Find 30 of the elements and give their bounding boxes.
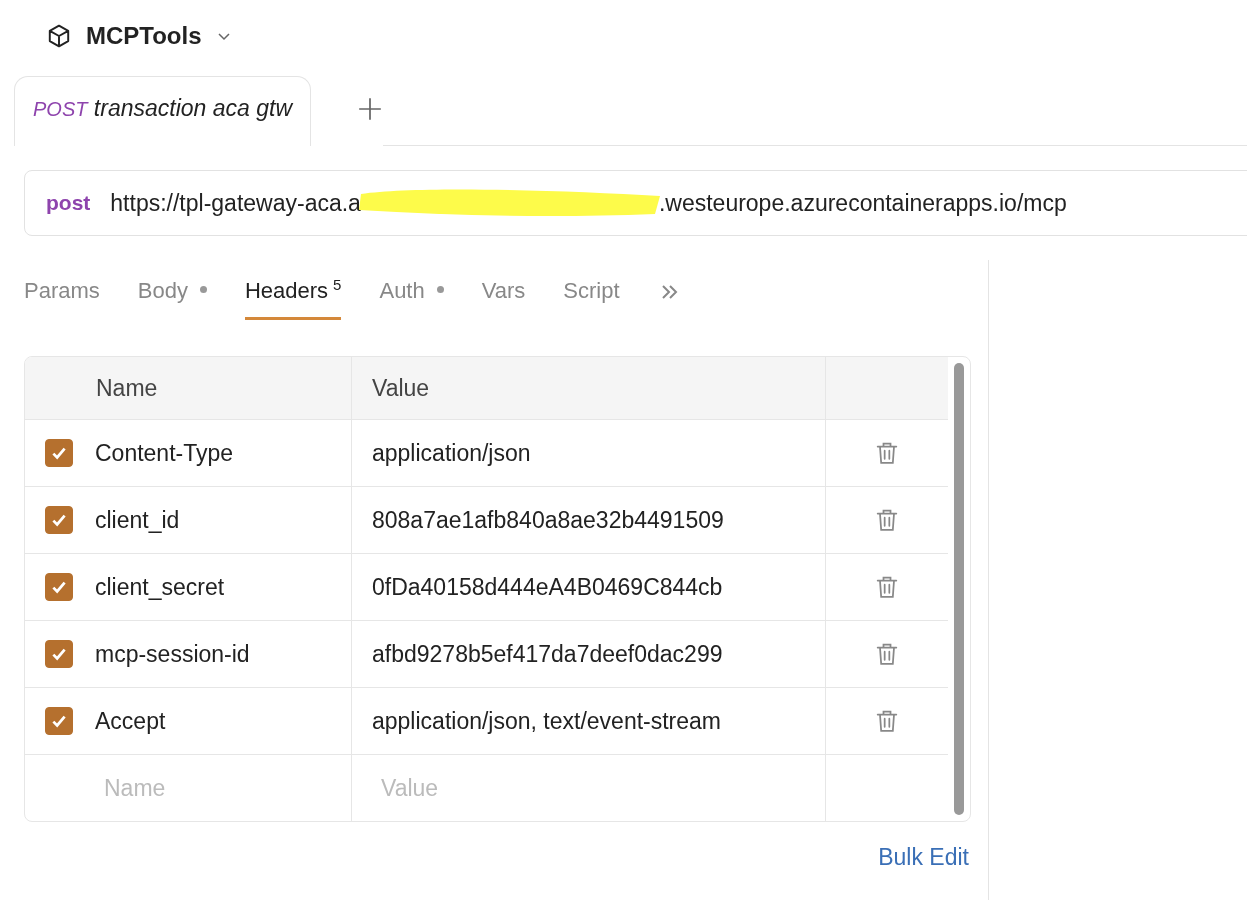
header-name[interactable]: client_secret (95, 573, 225, 601)
header-value[interactable]: afbd9278b5ef417da7deef0dac299 (372, 640, 723, 668)
section-tab[interactable]: Params (24, 265, 100, 319)
header-name[interactable]: mcp-session-id (95, 640, 250, 668)
checkbox[interactable] (45, 573, 73, 601)
section-tab[interactable]: Body (137, 265, 207, 319)
collection-name[interactable]: MCPTools (86, 22, 202, 50)
scrollbar-thumb[interactable] (954, 363, 964, 815)
request-tab[interactable]: POST transaction aca gtw (14, 76, 311, 146)
header-name[interactable]: Content-Type (95, 439, 234, 467)
header-name[interactable]: Accept (95, 707, 166, 735)
checkbox[interactable] (45, 506, 73, 534)
column-header: Value (372, 374, 430, 402)
section-tab[interactable]: Script (563, 265, 620, 319)
header-value[interactable]: 0fDa40158d444eA4B0469C844cb (372, 573, 723, 601)
header-value[interactable]: 808a7ae1afb840a8ae32b4491509 (372, 506, 724, 534)
section-tab[interactable]: Vars (481, 265, 526, 319)
checkbox[interactable] (45, 439, 73, 467)
bulk-edit-link[interactable]: Bulk Edit (878, 844, 969, 871)
url-field[interactable]: post https://tpl-gateway-aca.a .westeurope.azurecontainerapps.io/mcp (24, 170, 1247, 236)
section-tab[interactable]: Headers $^{5}$ (244, 264, 342, 320)
checkbox[interactable] (45, 707, 73, 735)
header-name[interactable]: client_id (95, 506, 180, 534)
plus-icon[interactable] (357, 96, 383, 122)
header-value[interactable]: application/json (372, 439, 531, 467)
header-value[interactable]: application/json, text/event-stream (372, 707, 721, 735)
cube-icon (46, 23, 72, 49)
column-header: Name (96, 374, 158, 402)
checkbox[interactable] (45, 640, 73, 668)
section-tab[interactable]: Auth (379, 265, 444, 319)
